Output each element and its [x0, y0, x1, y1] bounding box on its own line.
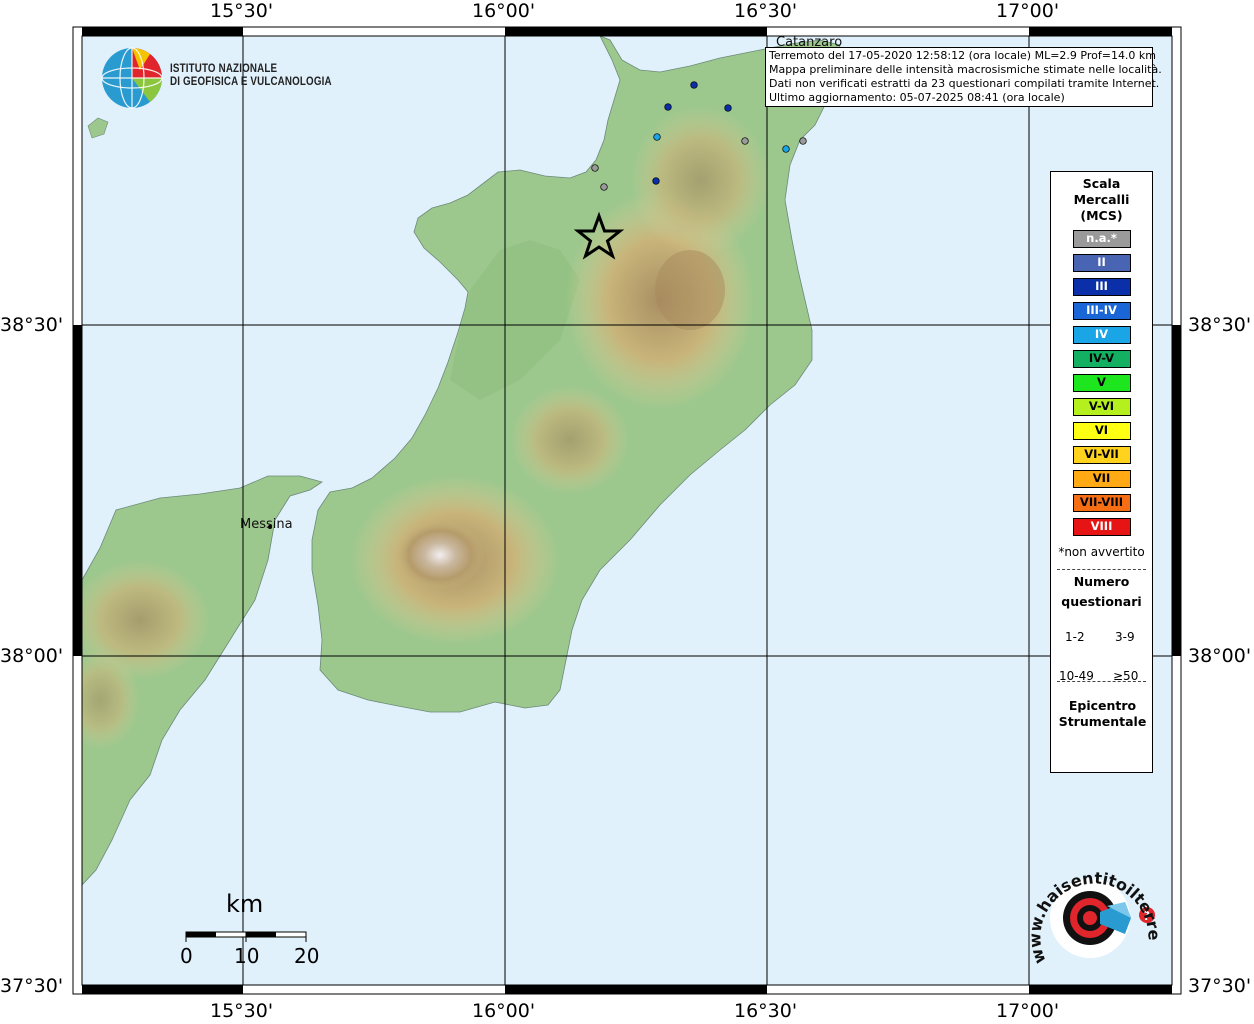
haisentito-url: www.haisentitoilterremoto.it: [1030, 855, 1160, 966]
legend-title-line3: (MCS): [1080, 208, 1123, 223]
event-info-line1: Terremoto del 17-05-2020 12:58:12 (ora l…: [769, 49, 1157, 62]
epicenter-title: Epicentro Strumentale: [1051, 698, 1154, 730]
event-info-box: Terremoto del 17-05-2020 12:58:12 (ora l…: [765, 47, 1162, 107]
lon-label-bottom-1: 15°30': [210, 1000, 274, 1022]
scale-label-0: 0: [180, 944, 193, 968]
mcs-class-swatch: IV-V: [1072, 350, 1131, 368]
city-label-messina: Messina: [240, 517, 293, 532]
event-info-line4: Ultimo aggiornamento: 05-07-2025 08:41 (…: [769, 91, 1065, 104]
lon-label-top-2: 16°00': [472, 0, 536, 22]
svg-text:www.haisentitoilterremoto.it: www.haisentitoilterremoto.it: [1030, 855, 1160, 966]
observation-point: [741, 137, 749, 145]
questionnaires-title-line1: Numero: [1073, 574, 1130, 589]
observation-point: [724, 104, 732, 112]
lon-label-top-4: 17°00': [996, 0, 1060, 22]
haisentito-logo-text: www.haisentitoilterremoto.it: [1030, 855, 1160, 966]
lat-label-left-3: 37°30': [0, 975, 64, 997]
scale-label-10: 10: [234, 944, 260, 968]
mcs-class-swatch: V-VI: [1072, 398, 1131, 416]
observation-point: [782, 145, 790, 153]
observation-point: [664, 103, 672, 111]
ingv-logo-text: ISTITUTO NAZIONALE DI GEOFISICA E VULCAN…: [170, 63, 332, 89]
legend-title-line2: Mercalli: [1073, 192, 1130, 207]
scale-label-20: 20: [294, 944, 320, 968]
observation-point: [600, 183, 608, 191]
institute-name-line1: ISTITUTO NAZIONALE: [170, 63, 278, 75]
mcs-class-swatch: VIII: [1072, 518, 1131, 536]
scale-unit-label: km: [226, 890, 264, 918]
event-info-line3: Dati non verificati estratti da 23 quest…: [769, 77, 1160, 90]
mcs-legend: Scala Mercalli (MCS) n.a.* II III III-IV IV I…: [1050, 171, 1153, 773]
mcs-class-swatch: III: [1072, 278, 1131, 296]
size-label-3-9: 3-9: [1115, 630, 1135, 644]
city-label-catanzaro: Catanzaro: [776, 35, 843, 50]
questionnaires-title-line2: questionari: [1061, 594, 1142, 609]
institute-name-line2: DI GEOFISICA E VULCANOLOGIA: [170, 76, 332, 88]
observation-point: [591, 164, 599, 172]
observation-point: [653, 133, 661, 141]
lon-label-bottom-2: 16°00': [472, 1000, 536, 1022]
legend-title: Scala Mercalli (MCS): [1051, 176, 1152, 224]
lon-label-top-1: 15°30': [210, 0, 274, 22]
mcs-class-swatch: VI-VII: [1072, 446, 1131, 464]
legend-divider: [1057, 681, 1146, 682]
questionnaires-title: Numero questionari: [1051, 574, 1152, 610]
legend-title-line1: Scala: [1082, 176, 1121, 191]
observation-point: [690, 81, 698, 89]
lat-label-right-1: 38°30': [1188, 314, 1252, 336]
observation-point: [799, 137, 807, 145]
not-felt-note: *non avvertito: [1058, 545, 1145, 559]
mcs-class-swatch: V: [1072, 374, 1131, 392]
epicenter-title-line1: Epicentro: [1068, 698, 1137, 713]
lat-label-left-2: 38°00': [0, 645, 64, 667]
mcs-class-list: n.a.* II III III-IV IV IV-V V V-VI VI VI-VII VII VI…: [1051, 230, 1152, 536]
mcs-class-swatch: VI: [1072, 422, 1131, 440]
mcs-class-swatch: III-IV: [1072, 302, 1131, 320]
mcs-class-swatch: VII: [1072, 470, 1131, 488]
legend-divider: [1057, 569, 1146, 570]
lon-label-bottom-4: 17°00': [996, 1000, 1060, 1022]
lat-label-right-2: 38°00': [1188, 645, 1252, 667]
size-label-1-2: 1-2: [1065, 630, 1085, 644]
mcs-class-swatch: IV: [1072, 326, 1131, 344]
observation-point: [652, 177, 660, 185]
event-info-line2: Mappa preliminare delle intensità macros…: [769, 63, 1162, 76]
ingv-logo-icon: [101, 47, 163, 109]
mcs-class-swatch: VII-VIII: [1072, 494, 1131, 512]
mcs-class-swatch: II: [1072, 254, 1131, 272]
mcs-class-swatch: n.a.*: [1072, 230, 1131, 248]
lon-label-top-3: 16°30': [734, 0, 798, 22]
lat-label-left-1: 38°30': [0, 314, 64, 336]
lat-label-right-3: 37°30': [1188, 975, 1252, 997]
epicenter-title-line2: Strumentale: [1058, 714, 1147, 729]
lon-label-bottom-3: 16°30': [734, 1000, 798, 1022]
